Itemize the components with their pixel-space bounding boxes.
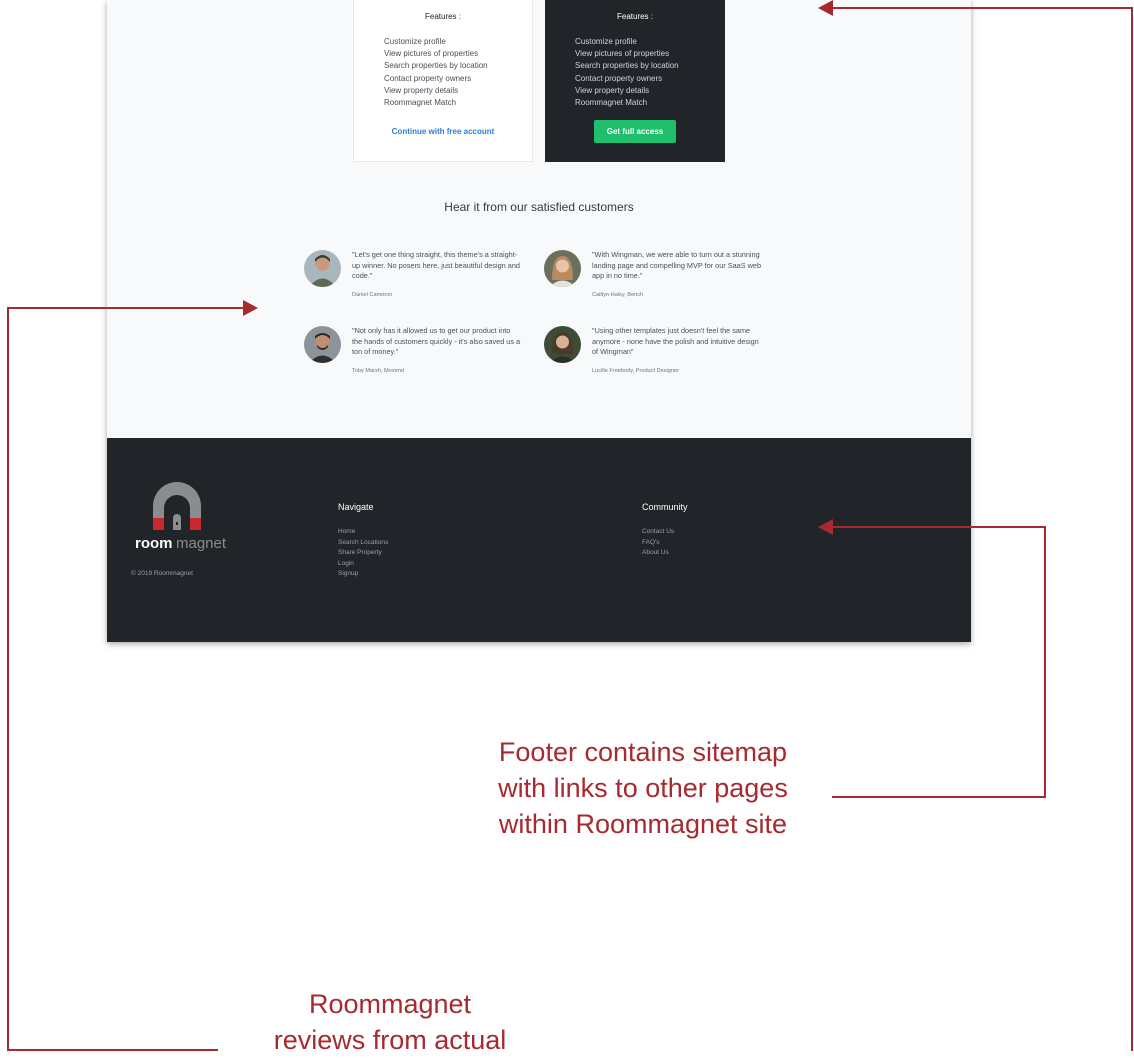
annotation-line: reviews from actual	[273, 1025, 507, 1055]
annotation-line: Roommagnet	[308, 989, 472, 1019]
annotation-line: with links to other pages	[498, 773, 788, 803]
annotation-line: within Roommagnet site	[498, 809, 788, 839]
reviews-annotation: Roommagnet reviews from actual	[240, 986, 540, 1058]
arrow-icon	[818, 519, 833, 535]
footer-annotation: Footer contains sitemap with links to ot…	[460, 734, 826, 842]
arrow-icon	[818, 0, 833, 16]
annotation-lines	[7, 0, 1133, 1051]
annotation-line: Footer contains sitemap	[498, 737, 788, 767]
arrow-icon	[243, 300, 258, 316]
